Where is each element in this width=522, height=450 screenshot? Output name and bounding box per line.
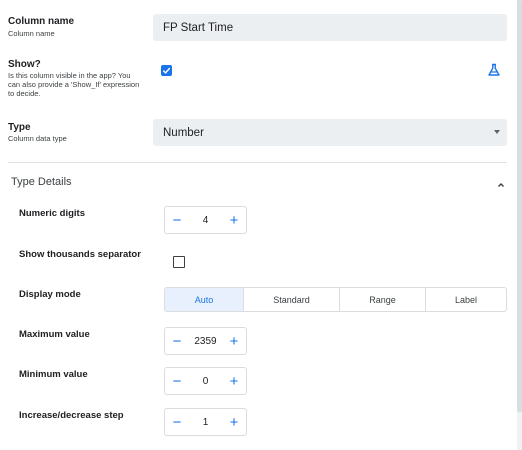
increment-button[interactable]: + [228,374,240,389]
maximum-value-stepper: − 2359 + [164,327,247,355]
thousands-separator-checkbox[interactable] [173,256,185,268]
increment-button[interactable]: + [228,213,240,228]
type-select-value: Number [163,126,204,139]
flask-icon[interactable] [487,63,501,77]
maximum-value-label: Maximum value [19,329,90,340]
scrollbar-thumb[interactable] [517,0,522,412]
numeric-digits-stepper: − 4 + [164,206,247,234]
decrement-button[interactable]: − [171,334,183,349]
show-label: Show? [8,59,41,70]
show-sublabel: Is this column visible in the app? You c… [8,71,140,98]
check-icon [162,67,171,74]
step-value[interactable]: 1 [203,417,209,428]
minimum-value-label: Minimum value [19,369,88,380]
decrement-button[interactable]: − [171,213,183,228]
column-name-label: Column name [8,16,75,27]
scrollbar-track[interactable] [517,0,522,450]
show-checkbox[interactable] [161,65,172,76]
display-mode-label: Display mode [19,289,81,300]
display-mode-segmented-control: Auto Standard Range Label [164,287,507,312]
increment-button[interactable]: + [228,415,240,430]
step-stepper: − 1 + [164,408,247,436]
increment-button[interactable]: + [228,334,240,349]
section-divider [8,162,507,163]
numeric-digits-value[interactable]: 4 [203,215,209,226]
type-select[interactable]: Number [153,119,507,146]
minimum-value-value[interactable]: 0 [203,376,209,387]
thousands-separator-label: Show thousands separator [19,249,141,260]
type-label: Type [8,122,31,133]
type-details-title: Type Details [11,176,72,188]
chevron-up-icon[interactable] [496,177,506,187]
minimum-value-stepper: − 0 + [164,367,247,395]
display-mode-auto[interactable]: Auto [165,288,244,311]
maximum-value-value[interactable]: 2359 [194,336,216,347]
display-mode-label-option[interactable]: Label [426,288,506,311]
decrement-button[interactable]: − [171,374,183,389]
type-sublabel: Column data type [8,134,67,143]
column-name-field[interactable]: FP Start Time [153,14,507,41]
display-mode-standard[interactable]: Standard [244,288,340,311]
column-name-sublabel: Column name [8,29,55,38]
decrement-button[interactable]: − [171,415,183,430]
step-label: Increase/decrease step [19,410,124,421]
display-mode-range[interactable]: Range [340,288,426,311]
caret-down-icon [494,130,500,134]
numeric-digits-label: Numeric digits [19,208,85,219]
